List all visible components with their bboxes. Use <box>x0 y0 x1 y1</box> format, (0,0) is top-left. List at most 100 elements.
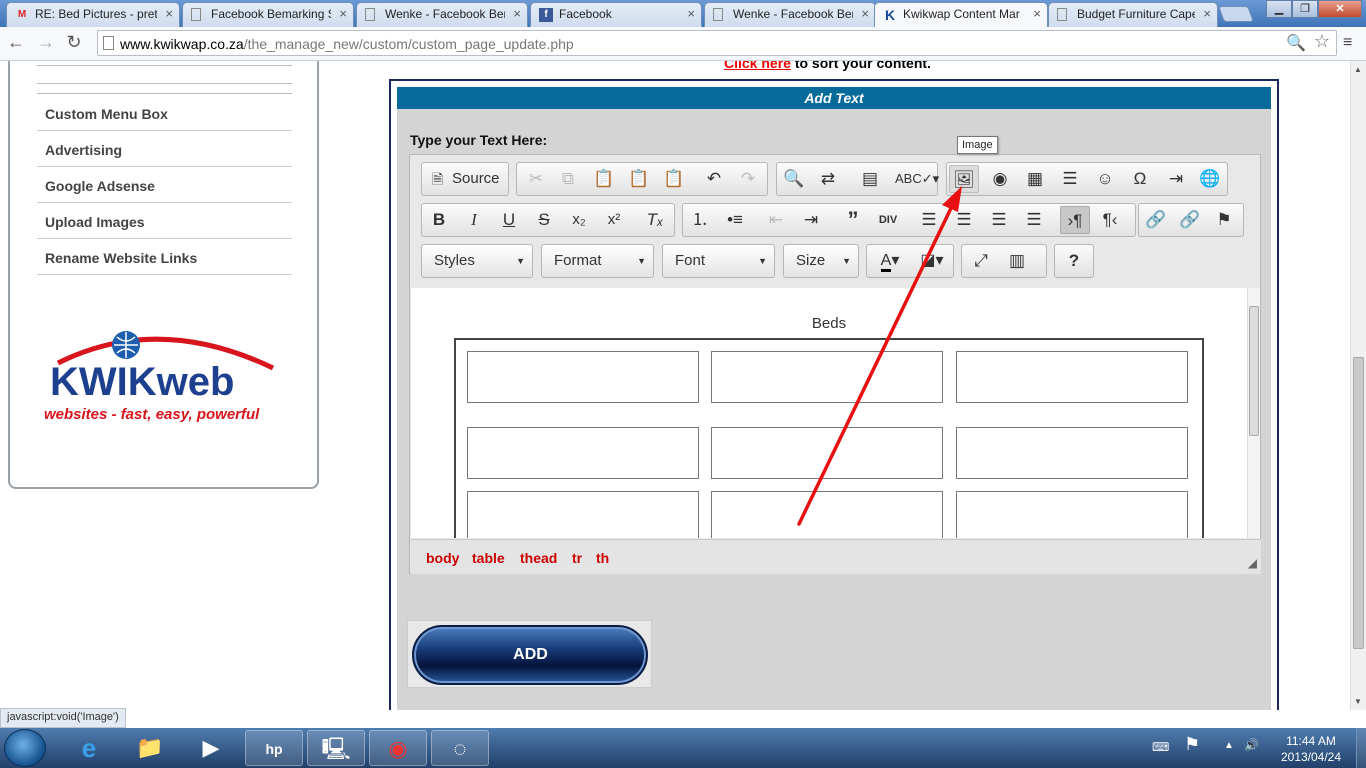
show-blocks-icon[interactable]: ▥ <box>1002 247 1032 275</box>
path-thead[interactable]: thead <box>520 550 557 566</box>
tab-facebook-bemarking[interactable]: Facebook Bemarking S × <box>182 2 354 27</box>
sort-content-link[interactable]: Click here <box>724 61 791 71</box>
subscript-icon[interactable]: x₂ <box>564 206 594 234</box>
align-right-icon[interactable]: ☰ <box>984 206 1014 234</box>
strikethrough-icon[interactable]: S <box>529 206 559 234</box>
file-explorer-icon[interactable]: 📁 <box>121 730 179 766</box>
blockquote-icon[interactable]: ” <box>838 206 868 234</box>
redo-icon[interactable]: ↷ <box>733 165 763 193</box>
table-cell[interactable] <box>711 351 943 403</box>
bold-icon[interactable]: B <box>424 206 454 234</box>
find-icon[interactable]: 🔍 <box>779 165 809 193</box>
paste-icon[interactable]: 📋 <box>589 165 619 193</box>
tab-budget-furniture[interactable]: Budget Furniture Cape × <box>1048 2 1218 27</box>
scroll-down-icon[interactable]: ▼ <box>1354 697 1362 706</box>
link-icon[interactable]: 🔗 <box>1141 206 1171 234</box>
scrollbar-thumb[interactable] <box>1249 306 1259 436</box>
clock[interactable]: 11:44 AM 2013/04/24 <box>1266 733 1356 765</box>
table-icon[interactable]: ▦ <box>1020 165 1050 193</box>
flash-icon[interactable]: ◉ <box>985 165 1015 193</box>
paste-word-icon[interactable]: 📋 <box>659 165 689 193</box>
resize-handle-icon[interactable]: ◢ <box>1248 556 1257 570</box>
sidebar-item-upload-images[interactable]: Upload Images <box>37 203 292 239</box>
superscript-icon[interactable]: x² <box>599 206 629 234</box>
table-cell[interactable] <box>956 491 1188 538</box>
show-desktop-button[interactable] <box>1356 728 1366 768</box>
tab-gmail[interactable]: M RE: Bed Pictures - pretty × <box>6 2 180 27</box>
background-color-icon[interactable]: ◪▾ <box>913 247 951 275</box>
bookmark-star-icon[interactable]: ☆ <box>1314 31 1330 52</box>
indent-icon[interactable]: ⇥ <box>796 206 826 234</box>
app-icon[interactable]: 🖳 <box>307 730 365 766</box>
horizontal-line-icon[interactable]: ☰ <box>1055 165 1085 193</box>
bulleted-list-icon[interactable]: •≡ <box>720 206 750 234</box>
zoom-icon[interactable]: 🔍 <box>1286 33 1306 53</box>
spellcheck-icon[interactable]: ABC✓▾ <box>895 165 939 193</box>
anchor-icon[interactable]: ⚑ <box>1209 206 1239 234</box>
close-tab-icon[interactable]: × <box>1203 6 1211 21</box>
help-icon[interactable]: ? <box>1059 247 1089 275</box>
remove-format-icon[interactable]: Tₓ <box>640 206 670 234</box>
menu-icon[interactable]: ≡ <box>1343 34 1359 52</box>
close-tab-icon[interactable]: × <box>513 6 521 21</box>
minimize-button[interactable]: ▁ <box>1266 0 1292 18</box>
italic-icon[interactable]: I <box>459 206 489 234</box>
app-icon[interactable]: ◌ <box>431 730 489 766</box>
replace-icon[interactable]: ⇄ <box>813 165 843 193</box>
path-tr[interactable]: tr <box>572 550 582 566</box>
undo-icon[interactable]: ↶ <box>699 165 729 193</box>
action-center-icon[interactable]: ⚑ <box>1184 734 1200 768</box>
editor-content-area[interactable]: Beds <box>411 288 1247 538</box>
select-all-icon[interactable]: ▤ <box>855 165 885 193</box>
unlink-icon[interactable]: 🔗 <box>1175 206 1205 234</box>
cut-icon[interactable]: ✂ <box>521 165 551 193</box>
table-cell[interactable] <box>956 427 1188 479</box>
keyboard-icon[interactable]: ⌨ <box>1152 740 1169 768</box>
table-cell[interactable] <box>711 491 943 538</box>
sidebar-item-custom-menu-box[interactable]: Custom Menu Box <box>37 95 292 131</box>
ltr-icon[interactable]: ›¶ <box>1060 206 1090 234</box>
close-tab-icon[interactable]: × <box>861 6 869 21</box>
maximize-button[interactable]: ❐ <box>1292 0 1318 18</box>
path-table[interactable]: table <box>472 550 505 566</box>
back-icon[interactable]: ← <box>4 32 28 53</box>
close-window-button[interactable]: ✕ <box>1318 0 1362 18</box>
scrollbar-thumb[interactable] <box>1353 357 1364 649</box>
div-container-icon[interactable]: DIV <box>873 206 903 234</box>
add-button[interactable]: ADD <box>407 620 652 688</box>
maximize-icon[interactable]: ⤢ <box>966 247 996 275</box>
sidebar-item-rename-website-links[interactable]: Rename Website Links <box>37 239 292 275</box>
smiley-icon[interactable]: ☺ <box>1090 165 1120 193</box>
table-cell[interactable] <box>467 491 699 538</box>
styles-dropdown[interactable]: Styles ▼ <box>421 244 533 278</box>
close-tab-icon[interactable]: × <box>687 6 695 21</box>
media-player-icon[interactable]: ▶ <box>182 730 240 766</box>
new-tab-button[interactable] <box>1218 6 1254 22</box>
table-cell[interactable] <box>711 427 943 479</box>
close-tab-icon[interactable]: × <box>339 6 347 21</box>
tab-wenke-1[interactable]: Wenke - Facebook Ber × <box>356 2 528 27</box>
page-break-icon[interactable]: ⇥ <box>1161 165 1191 193</box>
numbered-list-icon[interactable]: ⒈ <box>685 206 715 234</box>
internet-explorer-icon[interactable]: e <box>60 730 118 766</box>
address-bar[interactable]: www.kwikwap.co.za/the_manage_new/custom/… <box>97 30 1337 56</box>
page-scrollbar[interactable]: ▲ ▼ <box>1350 61 1366 710</box>
tab-kwikwap[interactable]: K Kwikwap Content Mar × <box>874 2 1048 28</box>
source-button[interactable]: 🗎 Source <box>426 165 508 193</box>
iframe-icon[interactable]: 🌐 <box>1195 165 1225 193</box>
volume-icon[interactable]: 🔊 <box>1244 738 1259 768</box>
justify-icon[interactable]: ☰ <box>1019 206 1049 234</box>
chrome-icon[interactable]: ◉ <box>369 730 427 766</box>
path-th[interactable]: th <box>596 550 609 566</box>
align-left-icon[interactable]: ☰ <box>914 206 944 234</box>
scroll-up-icon[interactable]: ▲ <box>1354 65 1362 74</box>
editor-scrollbar[interactable] <box>1247 288 1260 538</box>
close-tab-icon[interactable]: × <box>1033 6 1041 21</box>
table-cell[interactable] <box>956 351 1188 403</box>
path-body[interactable]: body <box>426 550 459 566</box>
text-color-icon[interactable]: A▾ <box>871 247 909 275</box>
forward-icon[interactable]: → <box>34 32 58 53</box>
reload-icon[interactable]: ↻ <box>62 32 86 53</box>
font-dropdown[interactable]: Font ▼ <box>662 244 775 278</box>
size-dropdown[interactable]: Size ▼ <box>783 244 859 278</box>
